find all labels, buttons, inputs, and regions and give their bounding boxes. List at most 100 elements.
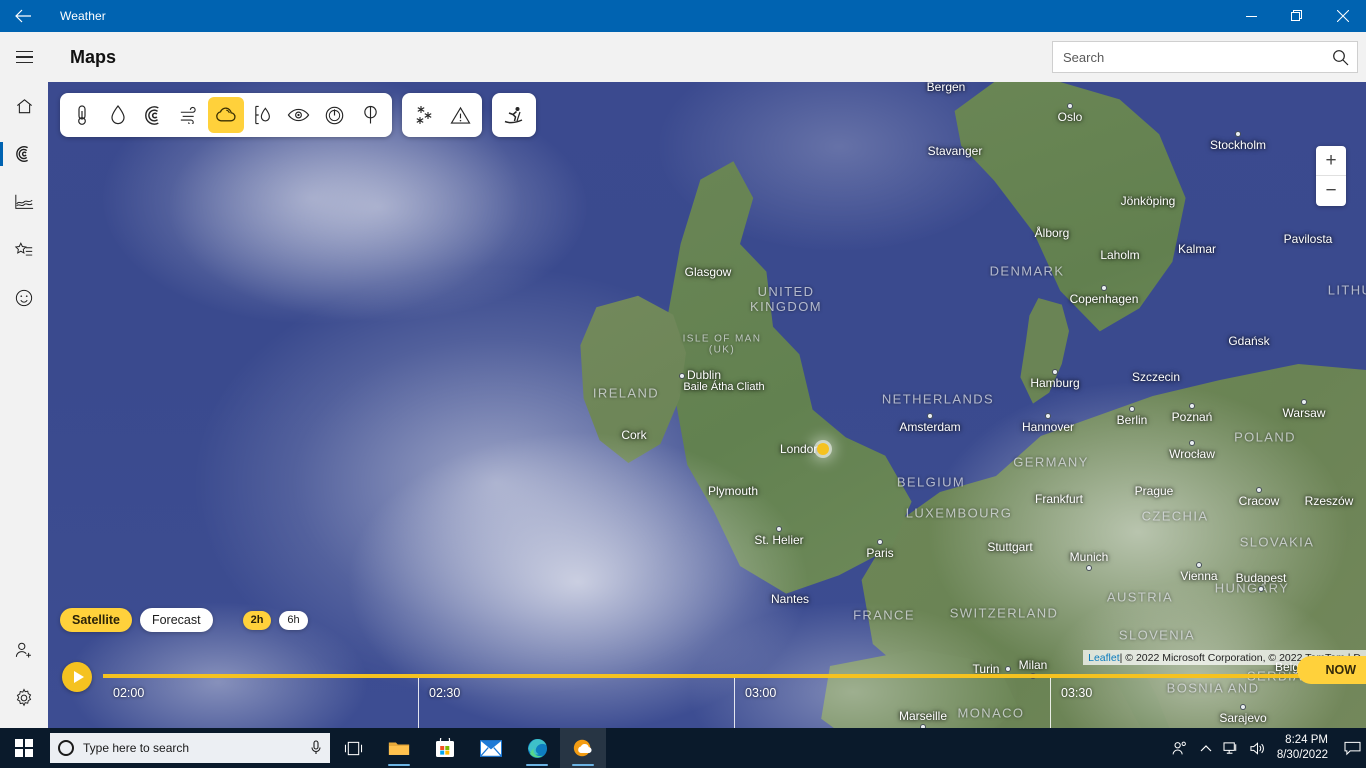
layer-button-wind[interactable] [172, 97, 208, 133]
microphone-button[interactable] [310, 740, 322, 756]
layer-button-radar[interactable] [136, 97, 172, 133]
navigation-menu-button[interactable] [0, 33, 48, 81]
gear-icon [16, 688, 32, 707]
timeline-tick[interactable]: 03:30 [1050, 678, 1366, 728]
duration-button-2h[interactable]: 2h [242, 610, 272, 630]
map-city-label: Amsterdam [899, 420, 961, 434]
layer-button-satellite[interactable] [208, 97, 244, 133]
close-button[interactable] [1320, 0, 1366, 32]
map-country-label: BELGIUM [896, 474, 966, 490]
sidebar-item-settings[interactable] [0, 674, 48, 722]
file-explorer-button[interactable] [376, 728, 422, 768]
microsoft-edge-button[interactable] [514, 728, 560, 768]
volume-button[interactable] [1245, 728, 1271, 768]
sidebar-item-favorites[interactable] [0, 226, 48, 274]
layer-button-precipitation[interactable] [100, 97, 136, 133]
map-city-label: Bergen [926, 82, 966, 94]
sidebar-item-maps[interactable] [0, 130, 48, 178]
search-icon [1332, 49, 1348, 65]
windows-taskbar: Type here to search 8:24 PM 8/30/2022 [0, 728, 1366, 768]
layer-button-visibility[interactable] [280, 97, 316, 133]
thermometer-icon [78, 105, 86, 125]
layer-button-snow[interactable] [406, 97, 442, 133]
eye-icon [287, 108, 309, 122]
timeline-tick[interactable]: 03:00 [734, 678, 1050, 728]
show-hidden-icons-button[interactable] [1193, 728, 1219, 768]
layer-group-ski [492, 93, 536, 137]
maximize-restore-button[interactable] [1274, 0, 1320, 32]
task-view-icon [344, 741, 362, 755]
microsoft-store-button[interactable] [422, 728, 468, 768]
people-button[interactable] [1167, 728, 1193, 768]
map-country-label: POLAND [1234, 429, 1296, 445]
task-view-button[interactable] [330, 728, 376, 768]
start-button[interactable] [0, 728, 48, 768]
zoom-out-button[interactable]: − [1316, 176, 1346, 206]
search-box[interactable] [1052, 41, 1358, 73]
map-city-label: London [779, 442, 821, 456]
weather-icon [573, 739, 592, 757]
map-city-dot [1196, 562, 1202, 568]
map-country-label: LUXEMBOURG [905, 505, 1013, 521]
layer-button-pressure[interactable] [316, 97, 352, 133]
my-location-marker[interactable] [817, 443, 829, 455]
mail-button[interactable] [468, 728, 514, 768]
system-tray: 8:24 PM 8/30/2022 [1167, 728, 1366, 768]
water-drop-icon [111, 105, 125, 125]
timeline-tick[interactable]: 02:30 [418, 678, 734, 728]
map-city-label: Stuttgart [987, 540, 1033, 554]
layer-button-pollen[interactable] [352, 97, 388, 133]
taskbar-clock[interactable]: 8:24 PM 8/30/2022 [1271, 733, 1338, 763]
map-city-label: Glasgow [684, 265, 732, 279]
map-city-dot [877, 539, 883, 545]
timeline-ticks[interactable]: 02:00 02:30 03:00 03:30 [103, 678, 1366, 728]
sidebar-item-historical-weather[interactable] [0, 178, 48, 226]
network-button[interactable] [1219, 728, 1245, 768]
layer-button-severe-alerts[interactable] [442, 97, 478, 133]
map-city-label: Munich [1069, 550, 1109, 564]
weather-taskbar-button[interactable] [560, 728, 606, 768]
map-city-label: Oslo [1057, 110, 1083, 124]
map-mode-controls: Satellite Forecast 2h 6h [60, 608, 308, 632]
weather-map[interactable]: UNITED KINGDOM IRELAND ISLE OF MAN (UK) DENMA… [48, 82, 1366, 728]
map-city-dot [1067, 103, 1073, 109]
timeline-control: 02:00 02:30 03:00 03:30 NOW [48, 656, 1366, 728]
mode-button-satellite[interactable]: Satellite [60, 608, 132, 632]
map-city-dot [679, 373, 685, 379]
timeline-tick[interactable]: 02:00 [103, 678, 418, 728]
duration-button-6h[interactable]: 6h [279, 610, 308, 630]
search-button[interactable] [1323, 42, 1357, 72]
layer-button-temperature[interactable] [64, 97, 100, 133]
map-city-label: Kalmar [1177, 242, 1217, 256]
back-button[interactable] [0, 0, 46, 32]
layer-button-ski-conditions[interactable] [496, 97, 532, 133]
mode-button-forecast[interactable]: Forecast [139, 608, 213, 632]
map-city-label: Cork [621, 428, 647, 442]
sidebar-item-add-account[interactable] [0, 626, 48, 674]
sidebar-item-send-feedback[interactable] [0, 274, 48, 322]
minimize-button[interactable] [1228, 0, 1274, 32]
map-city-label: Budapest [1235, 571, 1287, 585]
title-bar: Weather [0, 0, 1366, 32]
layer-group-conditions [402, 93, 482, 137]
clock-date: 8/30/2022 [1276, 749, 1328, 761]
radar-maps-icon [16, 146, 28, 162]
gauge-icon [325, 106, 343, 124]
map-city-label: Baile Átha Cliath [683, 381, 765, 393]
map-country-label: SLOVENIA [1118, 627, 1196, 643]
minimize-icon [1245, 15, 1257, 17]
now-badge[interactable]: NOW [1297, 656, 1366, 684]
notification-center-button[interactable] [1338, 728, 1366, 768]
search-input[interactable] [1053, 49, 1323, 65]
layer-button-dew-point[interactable] [244, 97, 280, 133]
zoom-in-button[interactable]: + [1316, 146, 1346, 176]
map-city-label: Stockholm [1209, 138, 1267, 152]
add-person-icon [15, 642, 31, 658]
map-city-dot [1045, 413, 1051, 419]
sidebar-item-home[interactable] [0, 82, 48, 130]
play-button[interactable] [62, 662, 92, 692]
taskbar-search-box[interactable]: Type here to search [50, 733, 330, 763]
map-city-label: Rzeszów [1304, 494, 1354, 508]
map-country-label: SWITZERLAND [949, 605, 1059, 621]
map-city-label: Paris [866, 546, 894, 560]
